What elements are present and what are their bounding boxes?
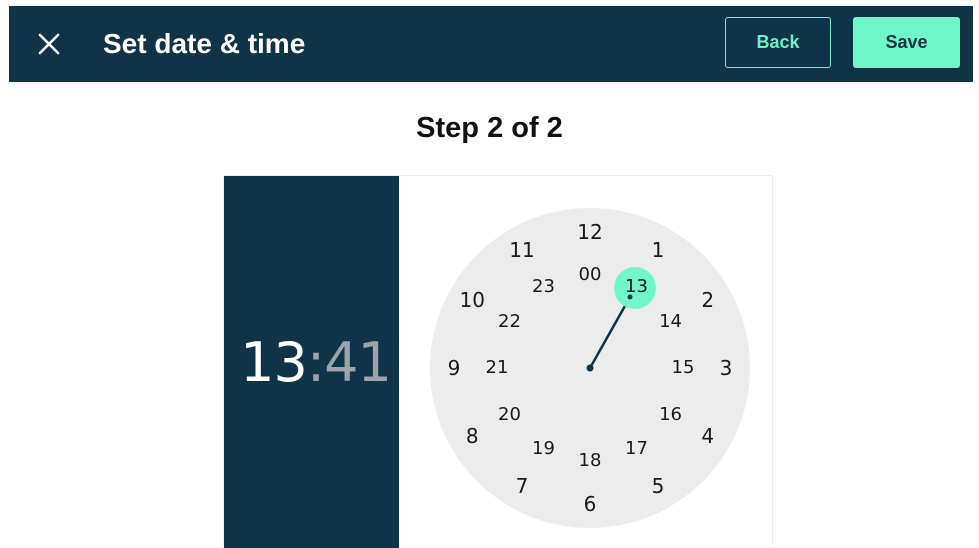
inner-hour-15[interactable]: 15: [672, 359, 695, 377]
time-separator: :: [306, 330, 325, 394]
app-header: Set date & time Back Save: [9, 6, 973, 82]
inner-hour-13[interactable]: 13: [625, 278, 648, 296]
inner-hour-17[interactable]: 17: [625, 439, 648, 458]
inner-hour-16[interactable]: 16: [659, 405, 682, 424]
close-icon: [38, 33, 60, 55]
outer-hour-1[interactable]: 1: [652, 240, 665, 260]
outer-hour-9[interactable]: 9: [448, 358, 461, 378]
inner-hour-20[interactable]: 20: [498, 405, 521, 424]
outer-hour-2[interactable]: 2: [701, 290, 714, 310]
inner-hour-19[interactable]: 19: [532, 439, 555, 458]
time-picker: 13:41 12 1 2 3 4 5 6 7 8 9 10 11 00 13 14 15 16 17 18 19 20 2…: [223, 175, 773, 548]
outer-hour-3[interactable]: 3: [720, 358, 733, 378]
inner-hour-22[interactable]: 22: [498, 312, 521, 331]
close-button[interactable]: [33, 28, 65, 60]
hour-value[interactable]: 13: [240, 331, 308, 394]
inner-hour-14[interactable]: 14: [659, 312, 682, 331]
time-readout: 13:41: [224, 176, 399, 548]
outer-hour-11[interactable]: 11: [509, 240, 534, 260]
step-indicator: Step 2 of 2: [416, 112, 563, 144]
save-button[interactable]: Save: [853, 17, 960, 68]
time-display: 13:41: [240, 330, 392, 394]
outer-hour-8[interactable]: 8: [466, 426, 479, 446]
clock-center-dot: [586, 364, 594, 372]
outer-hour-10[interactable]: 10: [459, 290, 484, 310]
clock-dial[interactable]: 12 1 2 3 4 5 6 7 8 9 10 11 00 13 14 15 16 17 18 19 20 21 22 23: [430, 208, 750, 528]
inner-hour-18[interactable]: 18: [579, 452, 602, 470]
outer-hour-7[interactable]: 7: [516, 476, 529, 496]
inner-hour-23[interactable]: 23: [532, 278, 555, 296]
outer-hour-12[interactable]: 12: [577, 222, 602, 242]
back-button[interactable]: Back: [725, 17, 831, 68]
clock-face: [430, 208, 750, 528]
outer-hour-4[interactable]: 4: [701, 426, 714, 446]
outer-hour-6[interactable]: 6: [584, 494, 597, 514]
minute-value[interactable]: 41: [324, 331, 392, 394]
outer-hour-5[interactable]: 5: [652, 476, 665, 496]
page-title: Set date & time: [103, 28, 306, 59]
inner-hour-00[interactable]: 00: [579, 266, 602, 284]
inner-hour-21[interactable]: 21: [486, 359, 509, 377]
